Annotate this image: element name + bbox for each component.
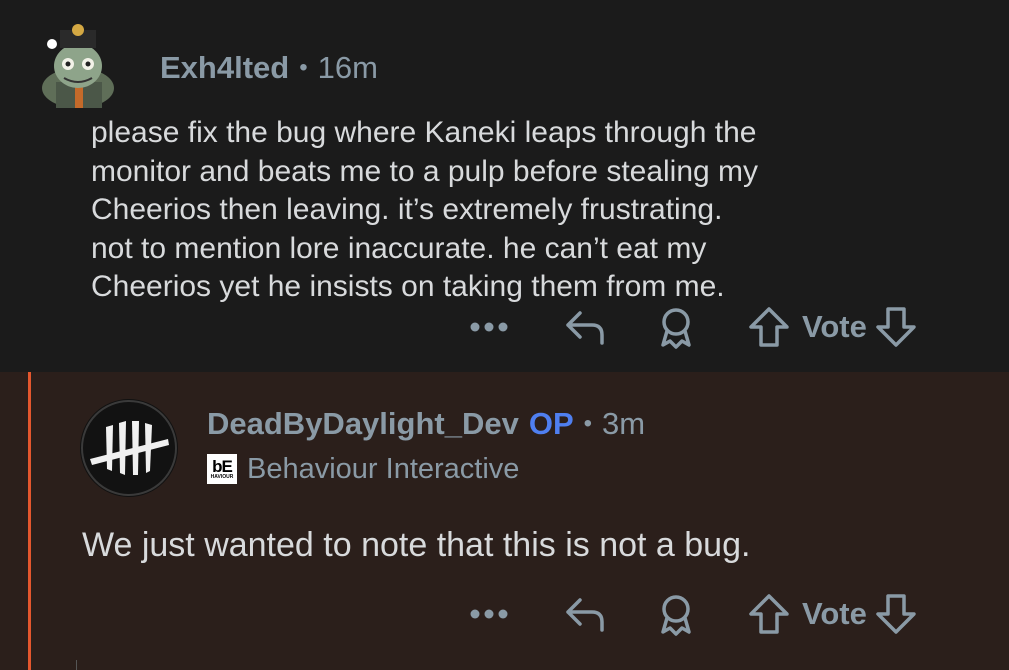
timestamp: 3m — [602, 406, 646, 441]
thread-line — [76, 660, 77, 670]
behaviour-logo-icon: bE HAVIOUR — [207, 454, 237, 484]
more-icon[interactable] — [466, 608, 512, 620]
comment-body-line: Cheerios yet he insists on taking them f… — [91, 270, 725, 303]
separator-dot: • — [299, 54, 308, 81]
comment-actions: Vote — [466, 591, 919, 637]
flair-text: Behaviour Interactive — [247, 452, 520, 485]
award-icon[interactable] — [654, 592, 698, 636]
reply-icon[interactable] — [562, 594, 610, 634]
separator-dot: • — [583, 410, 593, 437]
vote-label: Vote — [802, 596, 867, 631]
comment-actions: Vote — [466, 304, 919, 350]
user-avatar[interactable] — [80, 399, 178, 497]
more-icon[interactable] — [466, 321, 512, 333]
reply-icon[interactable] — [562, 307, 610, 347]
op-badge: OP — [528, 406, 574, 441]
vote-label: Vote — [802, 309, 867, 344]
user-flair: bE HAVIOUR Behaviour Interactive — [207, 450, 519, 488]
character-avatar-icon — [42, 24, 114, 108]
comment-meta: DeadByDaylight_Dev OP • 3m — [207, 402, 645, 446]
op-highlight-bar — [28, 372, 31, 670]
comment-body: We just wanted to note that this is not … — [82, 526, 751, 564]
comment-body-line: please fix the bug where Kaneki leaps th… — [91, 116, 757, 149]
comment-body-line: not to mention lore inaccurate. he can’t… — [91, 231, 707, 265]
flair-badge-subtext: HAVIOUR — [210, 474, 234, 480]
downvote-icon[interactable] — [873, 592, 919, 636]
username[interactable]: DeadByDaylight_Dev — [207, 406, 519, 442]
upvote-icon[interactable] — [746, 305, 792, 349]
timestamp: 16m — [317, 50, 378, 85]
award-icon[interactable] — [654, 305, 698, 349]
username[interactable]: Exh4lted — [160, 50, 289, 86]
dead-by-daylight-logo-icon — [81, 400, 177, 496]
comment-exh4lted: Exh4lted • 16m please fix the bug where … — [0, 0, 1009, 372]
comment-body: please fix the bug where Kaneki leaps th… — [91, 114, 971, 307]
user-avatar[interactable] — [38, 22, 120, 110]
comment-body-line: monitor and beats me to a pulp before st… — [91, 154, 759, 188]
comment-body-line: Cheerios then leaving. it’s extremely fr… — [91, 193, 723, 226]
downvote-icon[interactable] — [873, 305, 919, 349]
flair-badge-text: bE — [212, 457, 233, 476]
upvote-icon[interactable] — [746, 592, 792, 636]
comment-meta: Exh4lted • 16m — [160, 48, 378, 88]
